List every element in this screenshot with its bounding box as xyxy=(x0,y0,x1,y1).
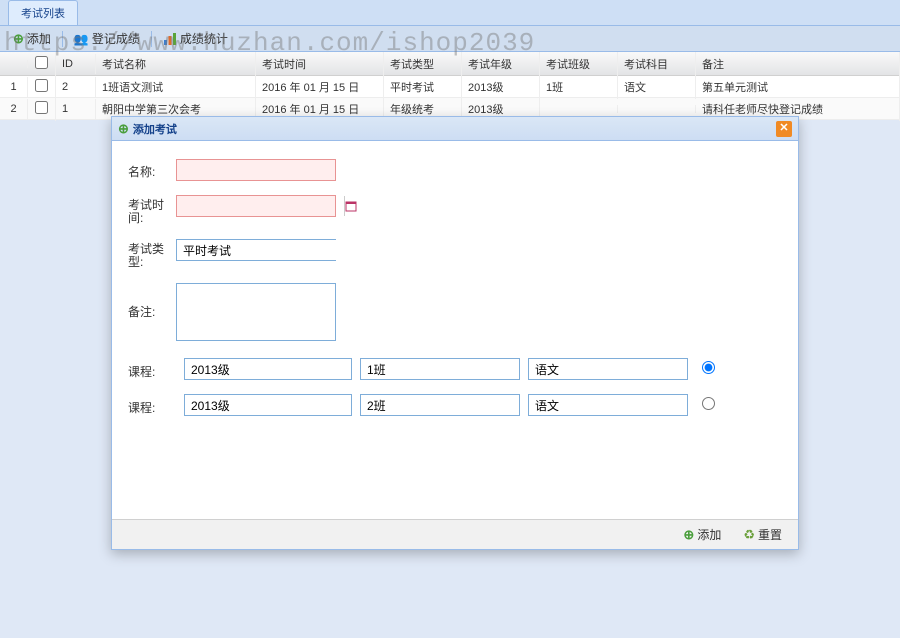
rownum: 1 xyxy=(0,77,28,97)
add-label: 添加 xyxy=(27,30,51,47)
header-time[interactable]: 考试时间 xyxy=(256,52,384,76)
type-label: 考试类型: xyxy=(128,239,176,269)
dialog-header[interactable]: ⊕ 添加考试 ✕ xyxy=(112,117,798,141)
score-button[interactable]: 👥 登记成绩 xyxy=(69,28,145,49)
cell-class xyxy=(540,105,618,113)
course-row: 课程: xyxy=(128,394,782,416)
cell-type: 平时考试 xyxy=(384,75,462,99)
add-icon: ⊕ xyxy=(13,31,24,47)
cell-id: 2 xyxy=(56,77,96,97)
grid-body: 121班语文测试2016 年 01 月 15 日平时考试2013级1班语文第五单… xyxy=(0,76,900,120)
row-checkbox[interactable] xyxy=(28,75,56,99)
dialog-body: 名称: 考试时间: 考试类型: xyxy=(112,141,798,519)
course-grade-input[interactable] xyxy=(184,358,352,380)
add-exam-dialog: ⊕ 添加考试 ✕ 名称: 考试时间: 考试类型: xyxy=(111,116,799,550)
cell-subject: 语文 xyxy=(618,75,696,99)
cell-grade: 2013级 xyxy=(462,75,540,99)
add-icon: ⊕ xyxy=(683,527,694,543)
remark-label: 备注: xyxy=(128,283,176,320)
type-input[interactable] xyxy=(177,240,344,260)
time-input-wrap xyxy=(176,195,336,217)
dialog-reset-button[interactable]: ♻ 重置 xyxy=(737,523,788,546)
course-class-input[interactable] xyxy=(360,358,520,380)
course-subject-input[interactable] xyxy=(528,394,688,416)
add-button[interactable]: ⊕ 添加 xyxy=(8,28,56,49)
course-grade-input[interactable] xyxy=(184,394,352,416)
chart-icon xyxy=(163,32,177,46)
table-row[interactable]: 1 21班语文测试2016 年 01 月 15 日平时考试2013级1班语文第五单… xyxy=(0,76,900,98)
rownum: 2 xyxy=(0,99,28,119)
cell-id: 1 xyxy=(56,99,96,119)
header-grade[interactable]: 考试年级 xyxy=(462,52,540,76)
refresh-icon: ♻ xyxy=(743,527,755,543)
course-radio[interactable] xyxy=(702,361,715,374)
cell-remark: 第五单元测试 xyxy=(696,75,900,99)
header-subject[interactable]: 考试科目 xyxy=(618,52,696,76)
row-checkbox[interactable] xyxy=(28,97,56,121)
type-combo[interactable] xyxy=(176,239,336,261)
score-label: 登记成绩 xyxy=(92,30,140,47)
header-remark[interactable]: 备注 xyxy=(696,52,900,76)
tab-label: 考试列表 xyxy=(21,8,65,20)
tab-exam-list[interactable]: 考试列表 xyxy=(8,0,78,25)
header-class[interactable]: 考试班级 xyxy=(540,52,618,76)
course-label: 课程: xyxy=(128,395,176,416)
close-icon[interactable]: ✕ xyxy=(776,121,792,137)
stat-button[interactable]: 成绩统计 xyxy=(158,28,233,49)
remark-textarea[interactable] xyxy=(176,283,336,341)
course-radio[interactable] xyxy=(702,397,715,410)
course-row: 课程: xyxy=(128,358,782,380)
cell-time: 2016 年 01 月 15 日 xyxy=(256,75,384,99)
add-icon: ⊕ xyxy=(118,121,129,137)
toolbar-separator xyxy=(62,31,63,47)
header-name[interactable]: 考试名称 xyxy=(96,52,256,76)
name-label: 名称: xyxy=(128,159,176,180)
header-type[interactable]: 考试类型 xyxy=(384,52,462,76)
tab-bar: 考试列表 xyxy=(0,0,900,26)
dialog-add-label: 添加 xyxy=(697,526,721,543)
toolbar-separator xyxy=(151,31,152,47)
name-input[interactable] xyxy=(176,159,336,181)
cell-class: 1班 xyxy=(540,75,618,99)
cell-name: 1班语文测试 xyxy=(96,75,256,99)
grid-header: ID 考试名称 考试时间 考试类型 考试年级 考试班级 考试科目 备注 xyxy=(0,52,900,76)
header-id[interactable]: ID xyxy=(56,54,96,74)
header-rownum xyxy=(0,60,28,68)
calendar-icon[interactable] xyxy=(344,196,357,216)
dialog-reset-label: 重置 xyxy=(758,526,782,543)
time-label: 考试时间: xyxy=(128,195,176,225)
course-label: 课程: xyxy=(128,359,176,380)
user-icon: 👥 xyxy=(74,32,89,46)
course-rows: 课程: 课程: xyxy=(128,358,782,416)
dialog-footer: ⊕ 添加 ♻ 重置 xyxy=(112,519,798,549)
stat-label: 成绩统计 xyxy=(180,30,228,47)
course-subject-input[interactable] xyxy=(528,358,688,380)
header-checkbox[interactable] xyxy=(28,52,56,76)
exam-grid: ID 考试名称 考试时间 考试类型 考试年级 考试班级 考试科目 备注 121班… xyxy=(0,52,900,120)
dialog-title: 添加考试 xyxy=(133,121,177,137)
dialog-add-button[interactable]: ⊕ 添加 xyxy=(677,523,727,546)
toolbar: ⊕ 添加 👥 登记成绩 成绩统计 xyxy=(0,26,900,52)
course-class-input[interactable] xyxy=(360,394,520,416)
cell-subject xyxy=(618,105,696,113)
time-input[interactable] xyxy=(177,197,344,215)
